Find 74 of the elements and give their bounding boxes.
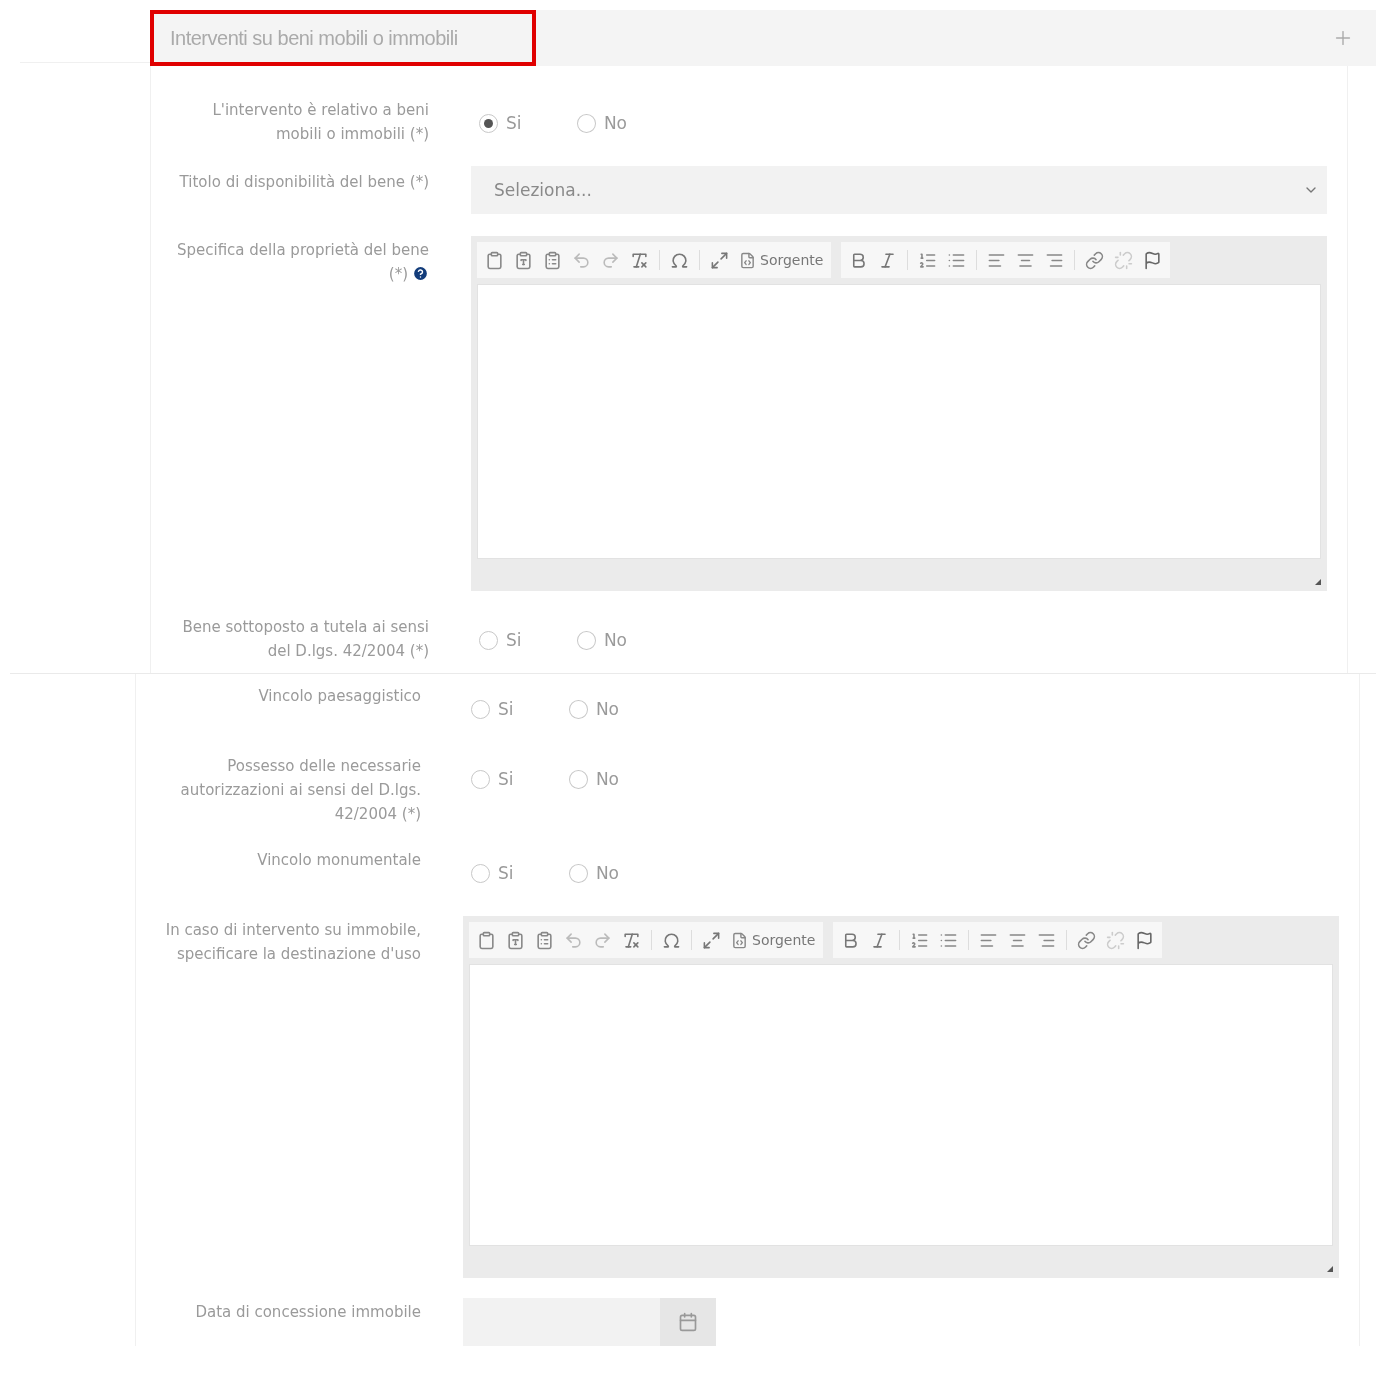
field-label: In caso di intervento su immobile, specificare la destinazione d'uso [164,920,421,965]
radio-option[interactable]: Si [471,850,521,896]
radio-button[interactable] [479,630,498,650]
radio-option[interactable]: No [569,686,619,732]
radio-option[interactable]: Si [479,617,529,663]
calendar-button[interactable] [660,1298,716,1346]
radio-label: Si [506,630,522,650]
radio-option[interactable]: Si [471,686,521,732]
undo-icon[interactable] [572,250,591,270]
resize-handle-icon[interactable] [1315,579,1321,585]
radio-option[interactable]: No [569,850,619,896]
document-icon [731,931,748,949]
paste-icon[interactable] [477,930,496,950]
link-icon[interactable] [1077,930,1097,950]
radio-label: No [603,113,627,133]
radio-option[interactable]: Si [479,100,529,146]
radio-button[interactable] [471,769,490,789]
radio-button[interactable] [569,769,588,789]
redo-icon[interactable] [593,930,612,950]
radio-button[interactable] [479,113,498,133]
field-label: Possesso delle necessarie autorizzazioni ai sensi del D.lgs. 42/2004 (*) [179,756,421,825]
redo-icon[interactable] [601,250,620,270]
radio-label: Si [506,113,522,133]
field-label: Data di concessione immobile [194,1302,421,1323]
radio-button[interactable] [577,630,596,650]
radio-button[interactable] [471,699,490,719]
flag-icon[interactable] [1143,250,1163,270]
source-button[interactable]: Sorgente [739,251,824,269]
link-icon[interactable] [1085,250,1105,270]
help-icon[interactable] [412,265,429,282]
maximize-icon[interactable] [702,930,721,950]
radio-label: No [595,863,619,883]
select-field[interactable]: Seleziona... [471,166,1327,214]
document-icon [739,251,756,269]
numbered-list-icon[interactable] [918,250,938,270]
flag-icon[interactable] [1135,930,1155,950]
resize-handle-icon[interactable] [1327,1266,1333,1272]
radio-button[interactable] [569,863,588,883]
field-label: Bene sottoposto a tutela ai sensi del D.lgs. 42/2004 (*) [181,617,429,662]
radio-label: Si [498,769,514,789]
omega-icon[interactable] [670,250,689,270]
section-header[interactable]: Interventi su beni mobili o immobili [150,10,1376,66]
radio-button[interactable] [471,863,490,883]
field-label: L'intervento è relativo a beni mobili o immobili (*) [211,100,429,145]
field-label: Specifica della proprietà del bene (*) [175,240,429,285]
radio-option[interactable]: Si [471,756,521,802]
radio-label: No [603,630,627,650]
radio-button[interactable] [577,113,596,133]
paste-text-icon[interactable] [514,250,533,270]
source-button[interactable]: Sorgente [731,931,816,949]
remove-format-icon[interactable] [622,930,641,950]
field-label: Vincolo paesaggistico [257,686,421,707]
calendar-icon [678,1312,698,1332]
radio-option[interactable]: No [577,617,627,663]
field-label: Vincolo monumentale [256,850,421,871]
undo-icon[interactable] [564,930,583,950]
field-label: Titolo di disponibilità del bene (*) [178,172,429,193]
radio-option[interactable]: No [569,756,619,802]
radio-button[interactable] [569,699,588,719]
paste-word-icon[interactable] [543,250,562,270]
maximize-icon[interactable] [710,250,729,270]
radio-label: No [595,699,619,719]
radio-label: No [595,769,619,789]
radio-option[interactable]: No [577,100,627,146]
section-title: Interventi su beni mobili o immobili [150,10,536,66]
radio-label: Si [498,863,514,883]
paste-text-icon[interactable] [506,930,525,950]
numbered-list-icon[interactable] [910,930,930,950]
remove-format-icon[interactable] [630,250,649,270]
paste-icon[interactable] [485,250,504,270]
omega-icon[interactable] [662,930,681,950]
radio-label: Si [498,699,514,719]
paste-word-icon[interactable] [535,930,554,950]
date-field[interactable] [463,1298,716,1346]
